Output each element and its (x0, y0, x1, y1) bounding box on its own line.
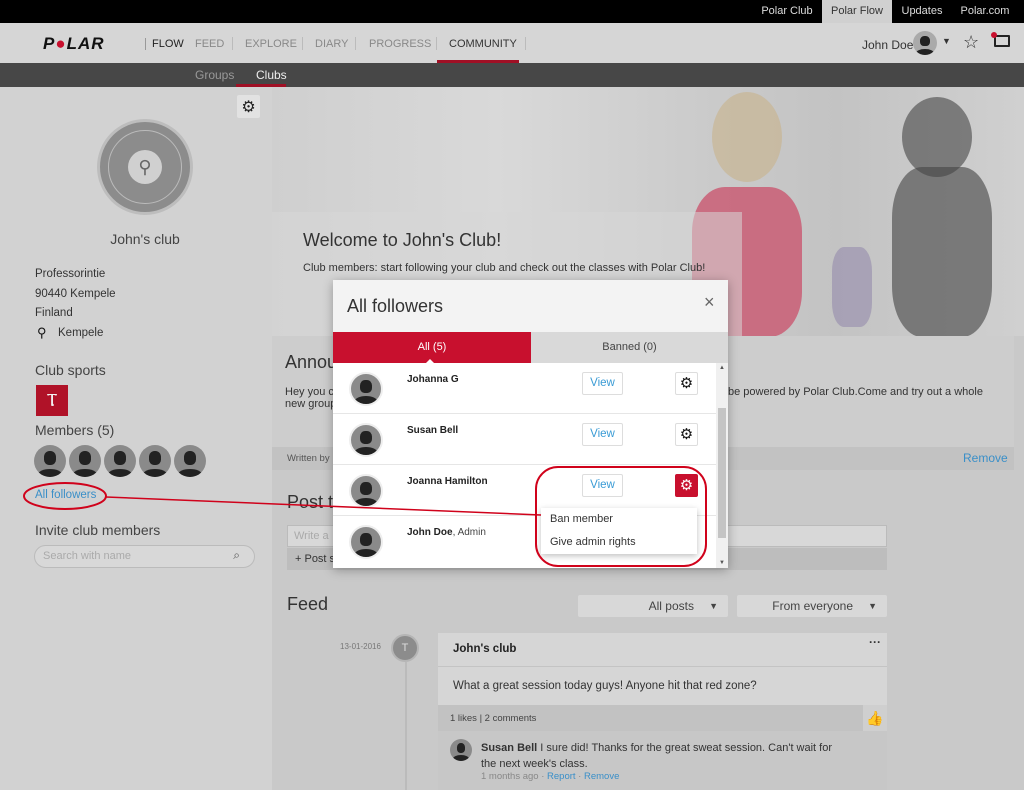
annotation-connector-line (105, 496, 542, 516)
annotation-overlay (23, 466, 707, 567)
annotation-ellipse-all-followers (23, 482, 107, 510)
annotation-outline-menu (535, 466, 707, 567)
